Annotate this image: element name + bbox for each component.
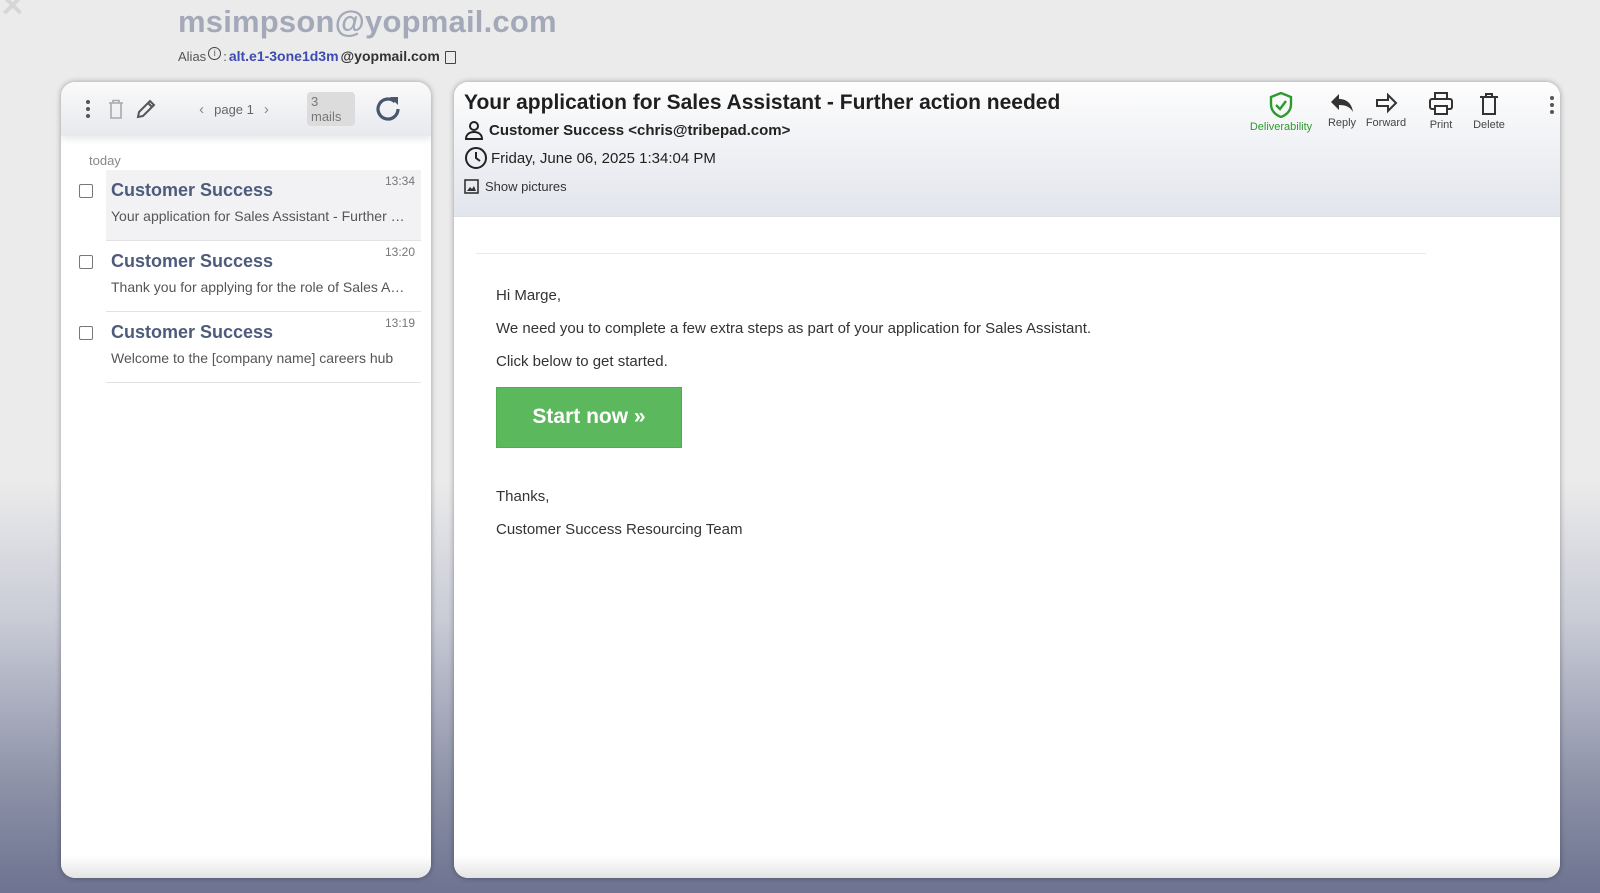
- trash-icon: [109, 99, 123, 119]
- deliverability-label: Deliverability: [1249, 121, 1313, 133]
- trash-icon: [1480, 93, 1498, 115]
- kebab-menu-icon: [86, 100, 90, 118]
- mail-from: Customer Success: [111, 180, 274, 200]
- shield-check-icon: [1269, 92, 1293, 118]
- message-menu-button[interactable]: [1540, 96, 1560, 114]
- body-text: Hi Marge, We need you to complete a few …: [476, 287, 1426, 370]
- mail-list-item[interactable]: Customer Success 13:19 Welcome to the [c…: [79, 312, 421, 383]
- message-from-row: Customer Success <chris@tribepad.com>: [464, 120, 790, 140]
- deliverability-button[interactable]: Deliverability: [1246, 92, 1316, 133]
- body-divider: [476, 253, 1426, 254]
- forward-icon: [1376, 92, 1398, 114]
- print-label: Print: [1429, 119, 1453, 131]
- mail-list: Customer Success 13:34 Your application …: [79, 170, 421, 383]
- message-date-row: Friday, June 06, 2025 1:34:04 PM: [464, 146, 716, 170]
- delete-button[interactable]: Delete: [1454, 92, 1524, 131]
- mail-from: Customer Success: [111, 251, 274, 271]
- greeting: Hi Marge,: [496, 287, 562, 304]
- mail-list-item[interactable]: Customer Success 13:20 Thank you for app…: [79, 241, 421, 312]
- mail-checkbox[interactable]: [79, 326, 93, 340]
- delete-all-button[interactable]: [105, 82, 127, 136]
- alias-value[interactable]: alt.e1-3one1d3m: [229, 48, 339, 64]
- kebab-menu-icon: [1550, 96, 1554, 114]
- mail-subject: Thank you for applying for the role of S…: [111, 279, 411, 295]
- refresh-button[interactable]: [371, 82, 405, 136]
- message-from: Customer Success <chris@tribepad.com>: [489, 121, 791, 139]
- refresh-icon: [376, 97, 400, 121]
- account-email: msimpson@yopmail.com: [178, 4, 557, 39]
- alias-separator: :: [223, 48, 227, 64]
- mail-from: Customer Success: [111, 322, 274, 342]
- mail-count-badge: 3 mails: [307, 82, 355, 136]
- start-button-row: Start now »: [476, 387, 1426, 448]
- body-line-2: Click below to get started.: [496, 353, 668, 370]
- mail-time: 13:19: [384, 316, 415, 330]
- signature: Customer Success Resourcing Team: [496, 521, 743, 538]
- printer-icon: [1429, 92, 1453, 115]
- forward-label: Forward: [1365, 117, 1407, 129]
- inbox-menu-button[interactable]: [83, 82, 93, 136]
- inbox-panel: ‹ page 1 › 3 mails today Customer Succes…: [61, 82, 431, 878]
- mail-time: 13:20: [384, 245, 415, 259]
- mail-checkbox[interactable]: [79, 184, 93, 198]
- person-icon: [464, 121, 484, 140]
- mail-subject: Your application for Sales Assistant - F…: [111, 208, 411, 224]
- page-label: page 1: [214, 101, 254, 117]
- alias-row: Alias i : alt.e1-3one1d3m @yopmail.com: [178, 46, 456, 64]
- inbox-panel-footer: [61, 856, 431, 878]
- pencil-icon: [136, 99, 156, 119]
- pager: ‹ page 1 ›: [189, 82, 279, 136]
- message-header: Your application for Sales Assistant - F…: [454, 82, 1560, 217]
- inbox-toolbar: ‹ page 1 › 3 mails: [61, 82, 431, 136]
- copy-icon[interactable]: [444, 50, 456, 64]
- clock-icon: [465, 147, 487, 169]
- message-body: Hi Marge, We need you to complete a few …: [476, 253, 1426, 538]
- mail-list-item[interactable]: Customer Success 13:34 Your application …: [79, 170, 421, 241]
- next-page-icon[interactable]: ›: [264, 101, 269, 118]
- delete-label: Delete: [1473, 119, 1505, 131]
- logo: ✕: [0, 0, 26, 23]
- mail-time: 13:34: [384, 174, 415, 188]
- compose-button[interactable]: [133, 82, 159, 136]
- closing: Thanks,: [496, 488, 550, 505]
- message-panel-footer: [454, 856, 1560, 878]
- message-date: Friday, June 06, 2025 1:34:04 PM: [491, 149, 716, 167]
- mail-count: 3 mails: [307, 92, 355, 126]
- show-pictures-label: Show pictures: [485, 179, 567, 194]
- day-label: today: [89, 153, 121, 168]
- mail-subject: Welcome to the [company name] careers hu…: [111, 350, 394, 366]
- prev-page-icon[interactable]: ‹: [199, 101, 204, 118]
- message-subject: Your application for Sales Assistant - F…: [464, 91, 1061, 114]
- image-icon: [464, 179, 479, 194]
- body-line-1: We need you to complete a few extra step…: [496, 320, 1092, 337]
- start-now-button[interactable]: Start now »: [496, 387, 682, 448]
- mail-checkbox[interactable]: [79, 255, 93, 269]
- message-panel: Your application for Sales Assistant - F…: [454, 82, 1560, 878]
- info-icon[interactable]: i: [208, 46, 222, 60]
- alias-domain: @yopmail.com: [340, 48, 440, 64]
- alias-label: Alias: [178, 48, 207, 64]
- show-pictures-link[interactable]: Show pictures: [464, 179, 567, 194]
- closing-block: Thanks, Customer Success Resourcing Team: [476, 488, 1426, 538]
